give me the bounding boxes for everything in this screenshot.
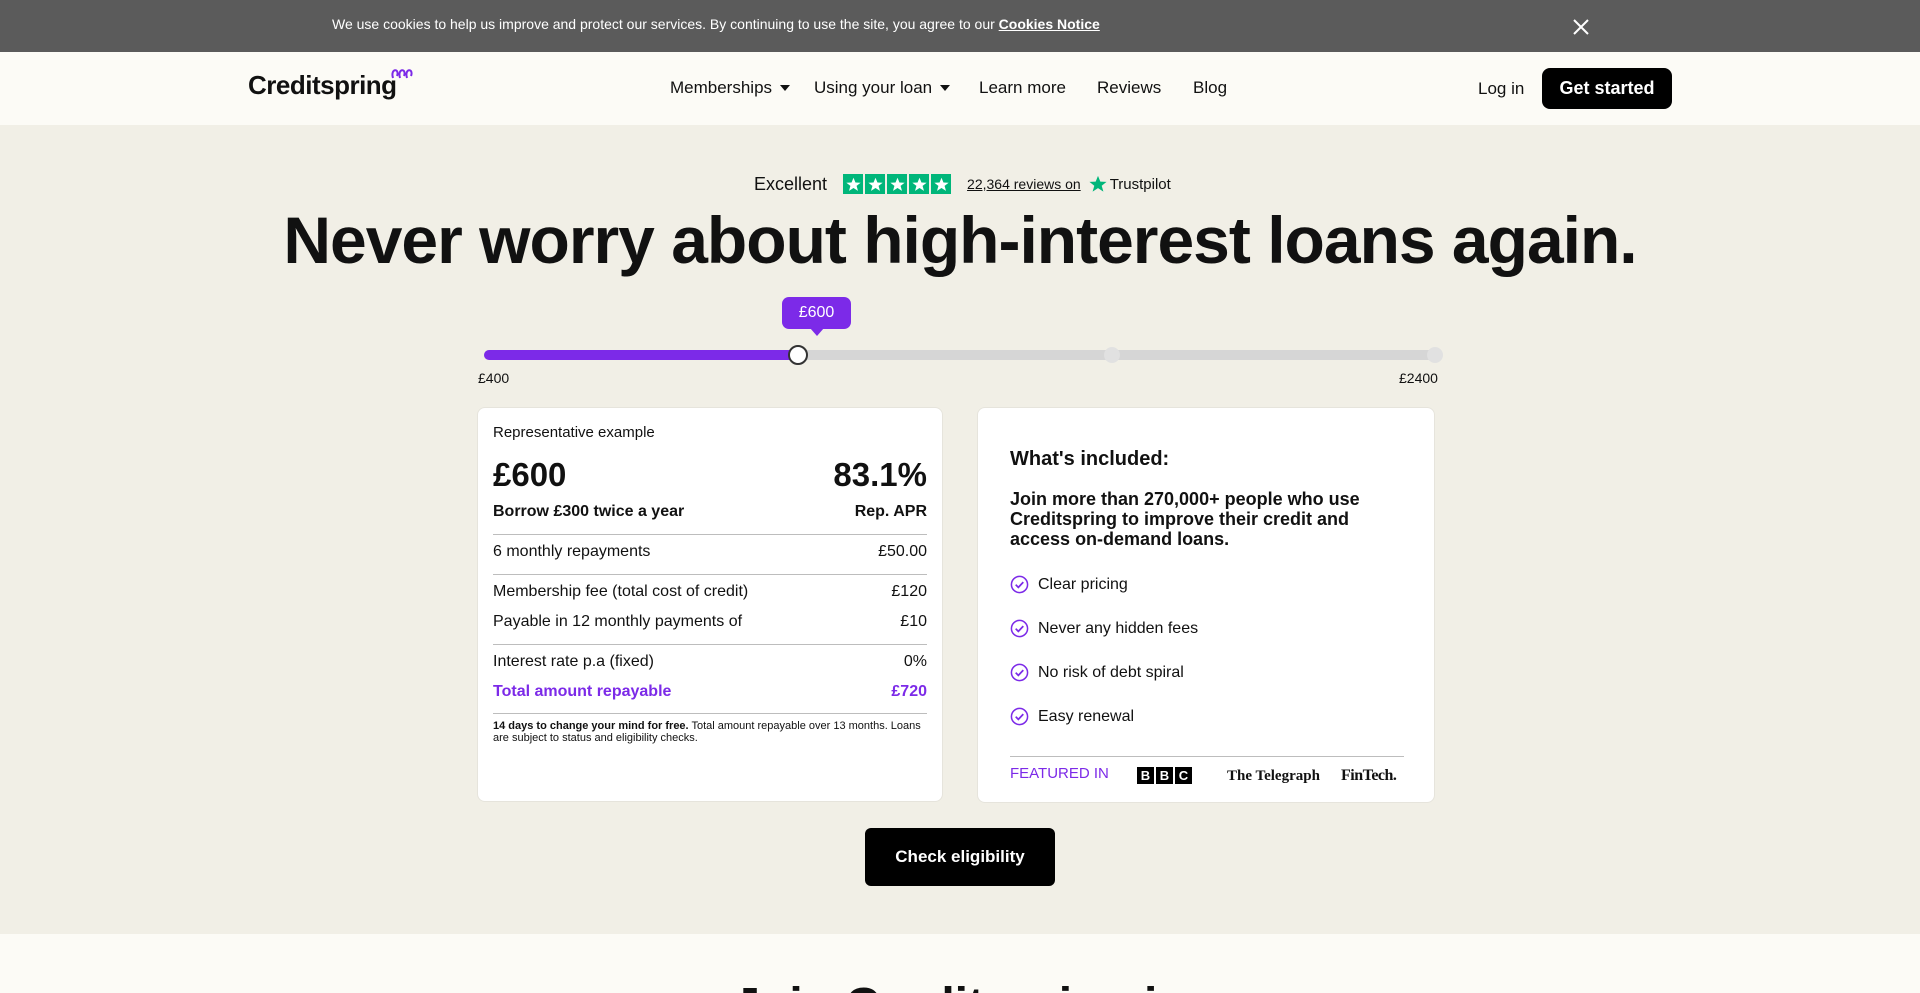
cookie-text: We use cookies to help us improve and pr… (332, 16, 1100, 32)
slider-max-label: £2400 (1399, 370, 1438, 386)
nav-reviews-label: Reviews (1097, 78, 1162, 97)
get-started-button[interactable]: Get started (1542, 68, 1672, 109)
rep-row-value: £120 (891, 583, 927, 600)
trust-reviews-link[interactable]: 22,364 reviews on (967, 176, 1081, 192)
rep-row: Membership fee (total cost of credit) £1… (493, 583, 927, 601)
caret-down-icon (780, 85, 791, 91)
rep-row-value: £50.00 (878, 543, 927, 560)
included-item-label: Never any hidden fees (1038, 619, 1199, 637)
rep-fine-print: 14 days to change your mind for free. To… (493, 720, 927, 744)
rep-row-value: 0% (903, 653, 927, 670)
nav-blog[interactable]: Blog (1193, 78, 1227, 98)
trustpilot-logo[interactable]: Trustpilot (1089, 175, 1171, 193)
rep-apr: 83.1% (833, 456, 927, 493)
included-item: No risk of debt spiral (1010, 663, 1184, 682)
telegraph-logo: The Telegraph (1227, 768, 1320, 784)
included-item-label: Clear pricing (1038, 575, 1128, 593)
nav-learn-more[interactable]: Learn more (979, 78, 1066, 98)
rep-fine-bold: 14 days to change your mind for free. (493, 720, 689, 732)
whats-included-card: What's included: Join more than 270,000+… (977, 407, 1435, 803)
nav-using-your-loan-label: Using your loan (814, 78, 933, 97)
star-icon (843, 174, 864, 194)
included-description: Join more than 270,000+ people who use C… (1010, 489, 1360, 549)
rep-heading: Representative example (493, 424, 655, 441)
navbar: Creditspring Memberships Using your loan… (0, 52, 1920, 125)
rep-row: Payable in 12 monthly payments of £10 (493, 613, 927, 631)
slider-stop[interactable] (1103, 347, 1120, 363)
check-circle-icon (1010, 619, 1029, 638)
rep-borrow-text: Borrow £300 twice a year (493, 503, 685, 520)
nav-memberships-label: Memberships (670, 78, 773, 97)
nav-learn-more-label: Learn more (979, 78, 1066, 97)
nav-blog-label: Blog (1193, 78, 1228, 97)
cookies-notice-link[interactable]: Cookies Notice (999, 16, 1100, 32)
slider-stop[interactable] (1427, 347, 1443, 363)
representative-example-card: Representative example £600 83.1% Borrow… (477, 407, 943, 802)
included-item-label: Easy renewal (1038, 707, 1135, 725)
included-item: Easy renewal (1010, 707, 1134, 726)
rep-row-label: Payable in 12 monthly payments of (493, 613, 743, 630)
trustpilot-brand: Trustpilot (1109, 175, 1171, 193)
slider-value-bubble: £600 (782, 297, 851, 336)
caret-down-icon (940, 85, 951, 91)
rep-total-value: £720 (891, 683, 927, 700)
rep-row-label: Interest rate p.a (fixed) (493, 653, 654, 670)
star-icon (909, 174, 930, 194)
bbc-letter: C (1175, 767, 1192, 784)
rep-total-label: Total amount repayable (493, 683, 672, 700)
check-circle-icon (1010, 575, 1029, 594)
rep-row-label: Membership fee (total cost of credit) (493, 583, 749, 600)
rep-row: 6 monthly repayments £50.00 (493, 543, 927, 561)
bbc-letter: B (1137, 767, 1154, 784)
logo-text: Creditspring (248, 70, 397, 100)
rep-amount: £600 (493, 456, 567, 493)
login-link[interactable]: Log in (1478, 79, 1524, 99)
section-title: Join Creditspring in (0, 978, 1920, 993)
next-section: Join Creditspring in (0, 934, 1920, 993)
nav-reviews[interactable]: Reviews (1097, 78, 1161, 98)
close-icon[interactable] (1570, 16, 1592, 38)
loan-amount-slider[interactable] (484, 345, 1443, 365)
rep-apr-label: Rep. APR (854, 503, 927, 520)
divider (493, 644, 927, 645)
trustpilot-star-icon (1089, 175, 1107, 192)
featured-in-label: FEATURED IN (1010, 765, 1109, 782)
slider-min-label: £400 (478, 370, 510, 386)
slider-handle[interactable] (787, 345, 808, 365)
rep-row-total: Total amount repayable £720 (493, 683, 927, 701)
trust-rating-label: Excellent (754, 173, 828, 194)
included-item: Never any hidden fees (1010, 619, 1198, 638)
nav-memberships[interactable]: Memberships (670, 78, 791, 98)
creditspring-logo[interactable]: Creditspring (248, 69, 413, 101)
check-eligibility-button[interactable]: Check eligibility (865, 828, 1055, 886)
trust-stars (843, 174, 952, 194)
included-item: Clear pricing (1010, 575, 1128, 594)
bbc-letter: B (1156, 767, 1173, 784)
cookie-message: We use cookies to help us improve and pr… (332, 16, 995, 32)
divider (493, 534, 927, 535)
trustpilot-widget: Excellent 22,364 reviews on Trustpilot (754, 172, 1171, 196)
hero-title: Never worry about high-interest loans ag… (283, 203, 1637, 277)
divider (1010, 756, 1404, 757)
divider (493, 574, 927, 575)
included-title: What's included: (1010, 448, 1170, 470)
cookie-banner: We use cookies to help us improve and pr… (0, 0, 1920, 52)
check-circle-icon (1010, 707, 1029, 726)
divider (493, 713, 927, 714)
logo-mark-icon (391, 69, 413, 79)
nav-using-your-loan[interactable]: Using your loan (814, 78, 951, 98)
star-icon (887, 174, 908, 194)
rep-row-value: £10 (900, 613, 927, 630)
slider-fill (484, 350, 798, 360)
included-item-label: No risk of debt spiral (1038, 663, 1184, 681)
star-icon (931, 174, 952, 194)
bbc-logo: B B C (1137, 767, 1192, 784)
rep-row-label: 6 monthly repayments (493, 543, 651, 560)
fintech-logo: FinTech. (1341, 767, 1397, 784)
rep-row: Interest rate p.a (fixed) 0% (493, 653, 927, 671)
check-circle-icon (1010, 663, 1029, 682)
star-icon (865, 174, 886, 194)
